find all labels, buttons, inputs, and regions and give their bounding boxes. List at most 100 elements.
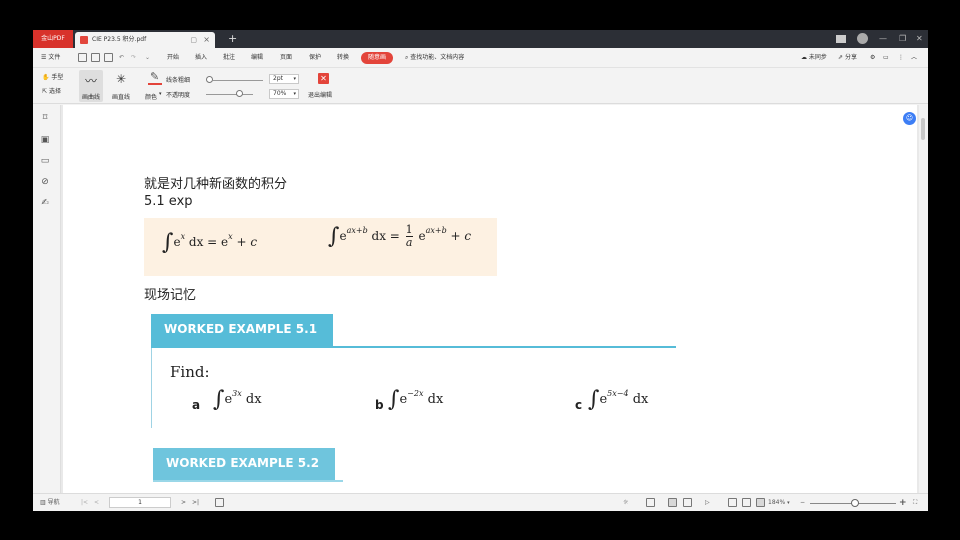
chevron-down-icon: ▾	[293, 91, 296, 97]
menu-insert[interactable]: 插入	[195, 48, 207, 68]
new-tab-button[interactable]: +	[228, 30, 237, 48]
title-bar: 金山PDF CIE P23.5 积分.pdf ▢ × + — ❐ ✕	[33, 30, 928, 48]
fit-width-icon[interactable]	[728, 498, 737, 507]
function-search[interactable]: ⌕ 查找功能、文档内容	[405, 48, 464, 68]
signature-icon[interactable]: ✍	[40, 198, 50, 208]
next-page-icon[interactable]: >	[181, 494, 186, 511]
fit-window-icon[interactable]	[756, 498, 765, 507]
chevron-down-icon: ▾	[293, 76, 296, 82]
line-width-slider-knob[interactable]	[206, 76, 213, 83]
save-icon[interactable]	[91, 53, 100, 62]
prev-page-icon[interactable]: <	[94, 494, 99, 511]
layout-icon[interactable]	[836, 34, 846, 43]
tab-close-icon[interactable]: ×	[203, 32, 210, 48]
eye-protection-icon[interactable]: ☼	[623, 494, 628, 511]
formula-exp-linear: ∫eax+b dx = 1a eax+b + c	[328, 223, 472, 250]
side-rail: ⌑ ▣ ▭ ⊘ ✍	[33, 105, 61, 493]
part-c-label: c	[575, 398, 583, 412]
opacity-select[interactable]: 70% ▾	[269, 89, 299, 99]
part-b-label: b	[375, 398, 384, 412]
thumbnail-icon[interactable]: ▣	[40, 135, 50, 145]
open-folder-icon[interactable]	[78, 53, 87, 62]
worked-example-5-2-header: WORKED EXAMPLE 5.2	[153, 448, 335, 480]
undo-icon[interactable]: ↶	[119, 48, 124, 68]
attachment-icon[interactable]: ⊘	[40, 177, 50, 187]
curve-icon: 〰	[85, 74, 98, 88]
pdf-app-window: 金山PDF CIE P23.5 积分.pdf ▢ × + — ❐ ✕ ☰ 文件 …	[33, 30, 928, 511]
actual-size-icon[interactable]	[742, 498, 751, 507]
worked-example-rule	[153, 480, 343, 482]
opacity-slider-knob[interactable]	[235, 90, 243, 97]
close-window-icon[interactable]: ✕	[916, 30, 923, 48]
scrollbar-thumb[interactable]	[921, 118, 925, 140]
fraction: 1a	[405, 223, 413, 249]
more-quick-icon[interactable]: ⌄	[145, 48, 150, 68]
tab-pin-icon[interactable]: ▢	[190, 32, 197, 48]
menu-freehand-draw[interactable]: 随意画	[361, 52, 393, 64]
minimize-icon[interactable]: —	[879, 30, 887, 48]
share-button[interactable]: ⇗ 分享	[838, 48, 857, 68]
select-tool[interactable]: ⇱ 选择	[42, 86, 61, 95]
tool-ribbon: ✋ 手型 ⇱ 选择 〰 画曲线 ✳ 画直线 ✎ 颜色 ▾ 线条粗细 2pt ▾ …	[33, 68, 928, 104]
last-page-icon[interactable]: >|	[192, 494, 199, 511]
integral-sign: ∫	[388, 387, 400, 412]
worked-example-rule	[151, 346, 676, 348]
search-icon: ⌕	[405, 54, 409, 61]
menu-protect[interactable]: 保护	[309, 48, 321, 68]
draw-curve-tool[interactable]: 〰 画曲线	[79, 70, 103, 102]
zoom-in-button[interactable]: +	[899, 494, 907, 511]
file-menu[interactable]: ☰ 文件	[41, 48, 60, 68]
continuous-page-icon[interactable]	[668, 498, 677, 507]
formula-box: ∫ex dx = ex + c ∫eax+b dx = 1a eax+b + c	[144, 218, 497, 276]
redo-icon[interactable]: ↷	[131, 48, 136, 68]
document-tab-label: CIE P23.5 积分.pdf	[92, 36, 147, 43]
menu-start[interactable]: 开始	[167, 48, 179, 68]
menu-convert[interactable]: 转换	[337, 48, 349, 68]
zoom-select[interactable]: 184% ▾	[768, 494, 790, 511]
chevron-down-icon: ▾	[787, 500, 790, 506]
page-number-input[interactable]: 1	[109, 497, 171, 508]
restore-icon[interactable]: ❐	[899, 30, 906, 48]
line-width-label: 线条粗细	[166, 77, 191, 84]
vertical-scrollbar[interactable]	[920, 116, 926, 488]
line-width-slider-track[interactable]	[213, 80, 263, 81]
zoom-slider-knob[interactable]	[851, 499, 859, 507]
menu-annotate[interactable]: 批注	[223, 48, 235, 68]
first-page-icon[interactable]: |<	[81, 494, 88, 511]
line-width-select[interactable]: 2pt ▾	[269, 74, 299, 84]
exit-edit-icon[interactable]: ✕	[318, 73, 329, 84]
comment-icon[interactable]: ▭	[40, 156, 50, 166]
fullscreen-icon[interactable]: ⛶	[913, 494, 917, 511]
menu-page[interactable]: 页面	[280, 48, 292, 68]
play-icon[interactable]: ▷	[705, 494, 710, 511]
cursor-icon: ⇱	[42, 88, 48, 95]
document-tab[interactable]: CIE P23.5 积分.pdf ▢ ×	[75, 32, 215, 48]
double-page-icon[interactable]	[683, 498, 692, 507]
feedback-icon[interactable]: ▭	[883, 48, 889, 68]
draw-line-tool[interactable]: ✳ 画直线	[108, 70, 134, 102]
cloud-icon: ☁	[801, 54, 807, 61]
more-options-icon[interactable]: ⋮	[898, 48, 904, 68]
opacity-slider-track[interactable]	[206, 94, 253, 95]
part-b-integral: ∫e−2x dx	[388, 387, 444, 412]
hand-tool[interactable]: ✋ 手型	[42, 72, 63, 81]
user-avatar-icon[interactable]	[857, 30, 868, 48]
zoom-out-icon[interactable]: −	[800, 494, 805, 511]
document-viewport[interactable]: 就是对几种新函数的积分 5.1 exp ∫ex dx = ex + c ∫eax…	[61, 105, 919, 493]
assistant-icon[interactable]: ☺	[903, 112, 916, 125]
formula-exp-x: ∫ex dx = ex + c	[162, 230, 258, 255]
print-icon[interactable]	[104, 53, 113, 62]
app-brand-tab[interactable]: 金山PDF	[33, 30, 73, 48]
integral-sign: ∫	[328, 224, 340, 249]
exit-edit-button[interactable]: 退出编辑	[308, 90, 332, 99]
single-page-icon[interactable]	[646, 498, 655, 507]
crosshair-icon: ✳	[116, 72, 127, 86]
opacity-label: 不透明度	[166, 92, 191, 99]
navigation-toggle[interactable]: ▥ 导航	[40, 494, 60, 511]
sync-status[interactable]: ☁ 未同步	[801, 48, 827, 68]
fit-page-icon[interactable]	[215, 498, 224, 507]
bookmark-icon[interactable]: ⌑	[40, 113, 50, 123]
settings-icon[interactable]: ⚙	[870, 48, 875, 68]
collapse-ribbon-icon[interactable]: ︿	[911, 48, 917, 68]
menu-edit[interactable]: 编辑	[251, 48, 263, 68]
